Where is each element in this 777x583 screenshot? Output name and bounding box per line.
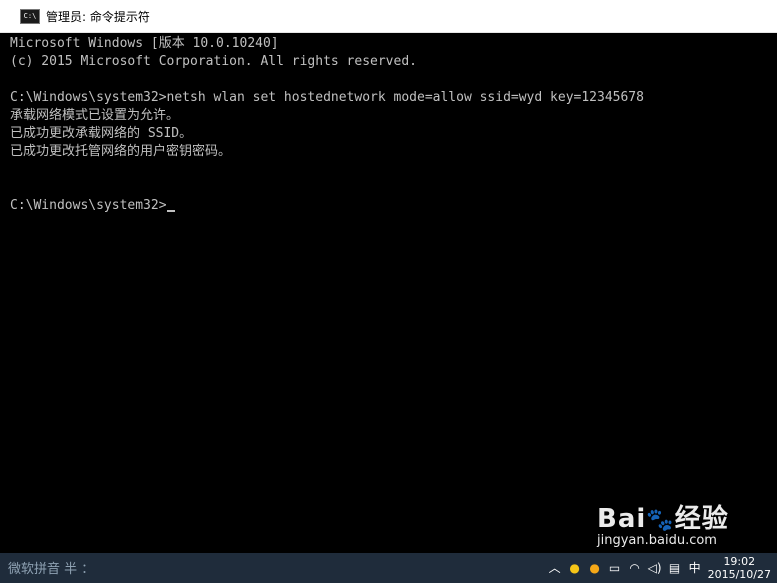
console-line: 承载网络模式已设置为允许。 — [10, 108, 180, 123]
volume-icon[interactable]: ◁) — [648, 561, 662, 575]
keyboard-icon[interactable]: ▤ — [668, 561, 682, 575]
console-output[interactable]: Microsoft Windows [版本 10.0.10240] (c) 20… — [10, 33, 777, 553]
taskbar: 微软拼音 半 ： ︿ ● ● ▭ ◠ ◁) ▤ 中 19:02 2015/10/… — [0, 553, 777, 583]
qq-icon[interactable]: ● — [588, 561, 602, 575]
ime-status-text[interactable]: 微软拼音 半 ： — [8, 558, 94, 577]
paw-icon: 🐾 — [646, 508, 675, 533]
title-bar[interactable]: C:\ 管理员: 命令提示符 — [0, 0, 777, 33]
console-line: (c) 2015 Microsoft Corporation. All righ… — [10, 54, 417, 69]
ime-icon[interactable]: 中 — [688, 561, 702, 575]
watermark-site: jingyan.baidu.com — [597, 533, 717, 548]
clock[interactable]: 19:02 2015/10/27 — [708, 555, 771, 581]
console-line: 已成功更改托管网络的用户密钥密码。 — [10, 144, 232, 159]
watermark-brand-suffix: 经验 — [674, 504, 729, 534]
window-title: 管理员: 命令提示符 — [46, 9, 150, 24]
chevron-up-icon[interactable]: ︿ — [548, 561, 562, 575]
prompt-text: C:\Windows\system32> — [10, 198, 167, 213]
system-tray: ︿ ● ● ▭ ◠ ◁) ▤ 中 19:02 2015/10/27 — [548, 553, 777, 583]
wifi-icon[interactable]: ◠ — [628, 561, 642, 575]
clock-date: 2015/10/27 — [707, 568, 771, 581]
network-icon[interactable]: ▭ — [608, 561, 622, 575]
cmd-window[interactable]: C:\ 管理员: 命令提示符 Microsoft Windows [版本 10.… — [0, 0, 777, 553]
clock-time: 19:02 — [723, 555, 756, 568]
prompt-line[interactable]: C:\Windows\system32> — [10, 197, 777, 215]
baidu-jingyan-watermark: Bai🐾经验 jingyan.baidu.com — [597, 498, 729, 548]
console-line: 已成功更改承载网络的 SSID。 — [10, 126, 193, 141]
console-line: C:\Windows\system32>netsh wlan set hoste… — [10, 90, 644, 105]
cmd-icon: C:\ — [20, 8, 40, 24]
text-cursor — [166, 210, 175, 212]
qq-icon[interactable]: ● — [568, 561, 582, 575]
watermark-brand: Bai — [597, 504, 647, 534]
console-line: Microsoft Windows [版本 10.0.10240] — [10, 36, 279, 51]
